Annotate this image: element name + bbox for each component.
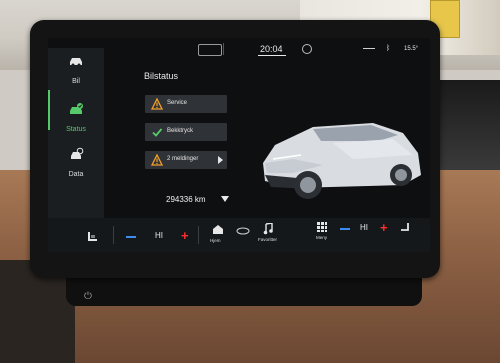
chevron-down-icon[interactable] bbox=[221, 196, 229, 202]
background-air-vent bbox=[440, 80, 500, 170]
card-label: 2 meldinger bbox=[167, 156, 199, 162]
sidebar-item-bil[interactable]: Bil bbox=[48, 50, 104, 96]
divider bbox=[198, 226, 199, 244]
clock: 20:04 bbox=[260, 44, 283, 54]
sidebar-item-status[interactable]: Status bbox=[48, 98, 104, 144]
right-temp-down-button[interactable] bbox=[340, 228, 350, 230]
infotainment-screen: 20:04 ᛒ 15.5° Bil Status Data Bilstatus … bbox=[48, 38, 430, 252]
status-card-service[interactable]: Service bbox=[145, 95, 227, 113]
status-divider bbox=[223, 43, 224, 55]
home-icon[interactable] bbox=[212, 224, 224, 235]
sidebar-item-label: Status bbox=[66, 126, 86, 133]
car-image bbox=[263, 123, 421, 199]
right-seat-heating-icon[interactable] bbox=[399, 222, 411, 234]
fan-icon[interactable] bbox=[236, 227, 250, 235]
notification-icon[interactable] bbox=[302, 44, 312, 54]
outside-temperature: 15.5° bbox=[404, 46, 419, 52]
card-label: Service bbox=[167, 100, 188, 106]
phone-connection-icon[interactable] bbox=[198, 44, 222, 56]
climate-bar: HI + Hjem Favoritter Meny HI + bbox=[48, 218, 430, 252]
status-card-messages[interactable]: 2 meldinger bbox=[145, 151, 227, 169]
divider bbox=[113, 226, 114, 244]
warning-icon bbox=[151, 98, 163, 110]
chevron-right-icon bbox=[218, 156, 223, 164]
status-bar: 20:04 ᛒ 15.5° bbox=[48, 38, 430, 60]
car-status-icon bbox=[70, 103, 83, 114]
status-card-tire-pressure[interactable]: Bekktryck bbox=[145, 123, 227, 141]
signal-icon bbox=[363, 48, 375, 49]
left-temperature[interactable]: HI bbox=[155, 231, 163, 240]
sidebar-active-indicator bbox=[48, 90, 50, 130]
clock-underline bbox=[258, 55, 286, 56]
left-temp-down-button[interactable] bbox=[126, 236, 136, 238]
favorites-label[interactable]: Favoritter bbox=[258, 237, 277, 242]
data-icon bbox=[71, 147, 84, 159]
power-icon[interactable]: ⏻ bbox=[84, 292, 94, 302]
odometer: 294336 km bbox=[166, 195, 206, 204]
sidebar-item-data[interactable]: Data bbox=[48, 143, 104, 189]
music-icon[interactable] bbox=[263, 223, 273, 235]
check-icon bbox=[152, 128, 163, 137]
sidebar: Bil Status Data bbox=[48, 48, 104, 234]
right-temperature[interactable]: HI bbox=[360, 223, 368, 232]
card-label: Bekktryck bbox=[167, 128, 194, 134]
car-icon bbox=[70, 58, 82, 67]
left-temp-up-button[interactable]: + bbox=[181, 229, 189, 242]
seat-heating-icon[interactable] bbox=[86, 230, 100, 244]
menu-label[interactable]: Meny bbox=[316, 235, 327, 240]
page-title: Bilstatus bbox=[144, 71, 179, 81]
sidebar-item-label: Bil bbox=[72, 78, 80, 85]
menu-grid-icon[interactable] bbox=[316, 221, 328, 233]
home-label[interactable]: Hjem bbox=[210, 238, 221, 243]
bluetooth-icon: ᛒ bbox=[386, 45, 391, 52]
warning-icon bbox=[151, 154, 163, 166]
sidebar-item-label: Data bbox=[68, 171, 84, 178]
right-temp-up-button[interactable]: + bbox=[380, 221, 388, 234]
